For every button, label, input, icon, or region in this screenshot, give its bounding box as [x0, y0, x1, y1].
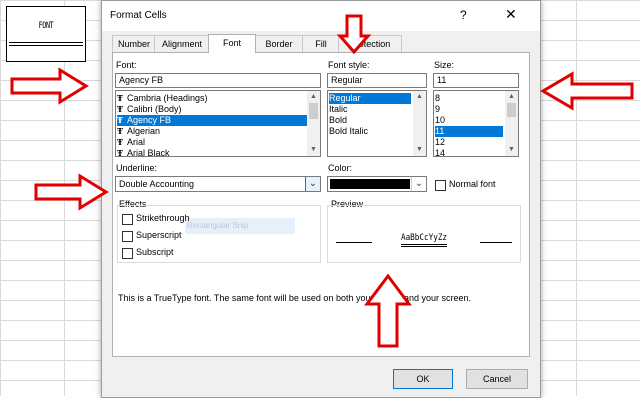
scroll-thumb[interactable] [309, 103, 318, 119]
list-item[interactable]: 9 [435, 104, 440, 115]
underline-value: Double Accounting [119, 179, 195, 189]
arrow-down-tab [336, 14, 372, 55]
truetype-icon: Ŧ [117, 93, 123, 103]
arrow-right-underline [34, 173, 109, 211]
list-item[interactable]: 14 [435, 148, 445, 156]
underline-label: Underline: [116, 163, 158, 173]
close-button[interactable]: ✕ [505, 6, 517, 23]
rectangular-snip-ghost: Rectangular Snip [185, 218, 295, 234]
font-name-input[interactable]: Agency FB [115, 73, 321, 88]
normal-font-label: Normal font [449, 179, 496, 189]
subscript-label: Subscript [136, 247, 174, 257]
truetype-icon: Ŧ [117, 148, 123, 157]
list-item[interactable]: Ŧ Calibri (Body) [117, 104, 182, 115]
tab-alignment[interactable]: Alignment [154, 35, 210, 52]
scroll-down-icon[interactable]: ▼ [505, 144, 518, 156]
size-label: Size: [434, 60, 455, 70]
list-item[interactable]: Ŧ Arial Black [117, 148, 170, 157]
scroll-down-icon[interactable]: ▼ [413, 144, 426, 156]
scroll-up-icon[interactable]: ▲ [307, 91, 320, 103]
font-tab-panel: Font: Agency FB Ŧ Cambria (Headings) Ŧ Cal… [112, 52, 530, 357]
truetype-icon: Ŧ [117, 126, 123, 136]
underline-select[interactable]: Double Accounting ⌄ [115, 176, 321, 192]
chevron-down-icon[interactable]: ⌄ [305, 177, 320, 191]
size-input[interactable]: 11 [433, 73, 519, 88]
list-item[interactable]: 8 [435, 93, 440, 104]
list-item[interactable]: Ŧ Algerian [117, 126, 160, 137]
list-item[interactable]: Ŧ Cambria (Headings) [117, 93, 208, 104]
color-swatch [330, 179, 410, 189]
size-list-scrollbar[interactable]: ▲ ▼ [505, 91, 518, 156]
help-button[interactable]: ? [460, 8, 467, 22]
scroll-up-icon[interactable]: ▲ [413, 91, 426, 103]
scroll-thumb[interactable] [507, 103, 516, 117]
strikethrough-checkbox[interactable] [122, 214, 133, 225]
subscript-checkbox[interactable] [122, 248, 133, 259]
strikethrough-label: Strikethrough [136, 213, 190, 223]
tab-number[interactable]: Number [112, 35, 156, 52]
list-item-selected[interactable]: 11 [435, 126, 503, 137]
arrow-up-preview [364, 273, 412, 348]
formatted-cell[interactable]: FONT [6, 6, 86, 62]
arrow-right-font [10, 67, 89, 105]
color-label: Color: [328, 163, 353, 173]
preview-sample: AaBbCcYyZz [342, 233, 505, 247]
list-item[interactable]: 10 [435, 115, 445, 126]
cell-text: FONT [38, 21, 54, 31]
arrow-left-size [540, 71, 634, 111]
normal-font-checkbox[interactable] [435, 180, 446, 191]
style-list-scrollbar[interactable]: ▲ ▼ [413, 91, 426, 156]
double-underline-1 [9, 42, 83, 43]
cancel-button[interactable]: Cancel [466, 369, 528, 389]
truetype-icon: Ŧ [117, 137, 123, 147]
tab-border[interactable]: Border [254, 35, 304, 52]
superscript-checkbox[interactable] [122, 231, 133, 242]
list-item[interactable]: Bold Italic [329, 126, 368, 137]
superscript-label: Superscript [136, 230, 182, 240]
dialog-title: Format Cells [110, 10, 167, 21]
list-item[interactable]: 12 [435, 137, 445, 148]
chevron-down-icon[interactable]: ⌄ [411, 177, 426, 191]
truetype-icon: Ŧ [117, 115, 123, 125]
list-item[interactable]: Bold [329, 115, 347, 126]
preview-group: AaBbCcYyZz [327, 205, 521, 263]
font-list-scrollbar[interactable]: ▲ ▼ [307, 91, 320, 156]
tab-fill[interactable]: Fill [302, 35, 340, 52]
tab-font[interactable]: Font [208, 34, 256, 53]
color-picker[interactable]: ⌄ [327, 176, 427, 192]
font-style-input[interactable]: Regular [327, 73, 427, 88]
list-item[interactable]: Ŧ Arial [117, 137, 145, 148]
title-bar: Format Cells ? ✕ [102, 1, 540, 31]
size-list[interactable]: 8 9 10 11 12 14 ▲ ▼ [433, 90, 519, 157]
font-list[interactable]: Ŧ Cambria (Headings) Ŧ Calibri (Body) Ŧ Age… [115, 90, 321, 157]
list-item-selected[interactable]: Ŧ Agency FB [117, 115, 307, 126]
double-underline-2 [9, 45, 83, 46]
ok-button[interactable]: OK [393, 369, 453, 389]
truetype-info: This is a TrueType font. The same font w… [118, 293, 472, 303]
font-style-list[interactable]: Regular Italic Bold Bold Italic ▲ ▼ [327, 90, 427, 157]
font-label: Font: [116, 60, 137, 70]
scroll-up-icon[interactable]: ▲ [505, 91, 518, 103]
format-cells-dialog: Format Cells ? ✕ Number Alignment Font B… [101, 0, 541, 398]
truetype-icon: Ŧ [117, 104, 123, 114]
list-item-selected[interactable]: Regular [329, 93, 411, 104]
scroll-down-icon[interactable]: ▼ [307, 144, 320, 156]
font-style-label: Font style: [328, 60, 370, 70]
list-item[interactable]: Italic [329, 104, 348, 115]
